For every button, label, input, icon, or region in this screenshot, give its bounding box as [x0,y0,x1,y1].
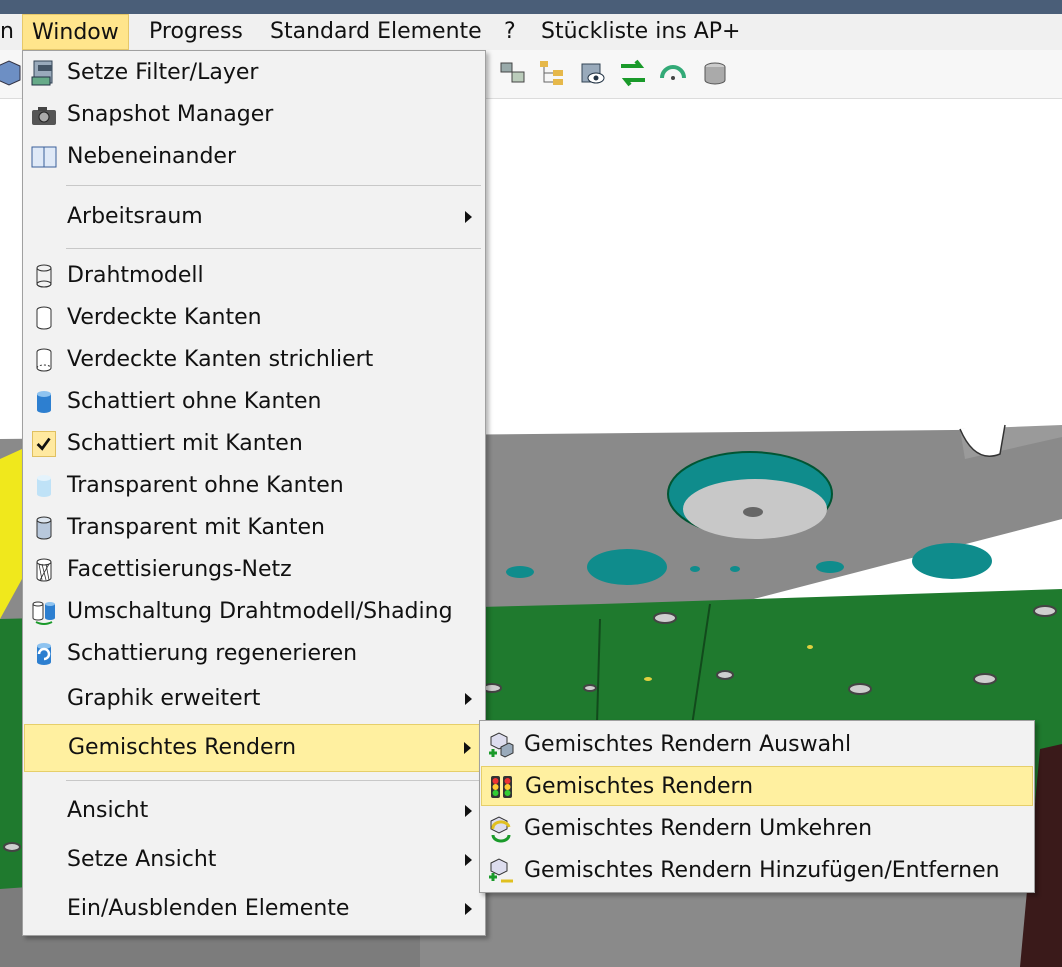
checkmark-icon [32,431,56,457]
submenu-item-auswahl[interactable]: Gemischtes Rendern Auswahl [481,725,1033,765]
window-menu: Setze Filter/Layer Snapshot Manager Nebe… [22,50,486,936]
menu-item-ansicht[interactable]: Ansicht [24,791,484,831]
submenu-arrow-icon [464,742,471,754]
disk-icon[interactable] [700,58,730,88]
menu-item-transparent-ohne-kanten[interactable]: Transparent ohne Kanten [24,466,484,506]
submenu-arrow-icon [465,854,472,866]
menu-item-partial[interactable]: n [0,14,14,50]
wireframe-cylinder-icon [36,264,52,288]
menu-progress[interactable]: Progress [149,14,243,50]
menu-item-transparent-mit-kanten[interactable]: Transparent mit Kanten [24,508,484,548]
submenu-item-hinzufuegen-entfernen[interactable]: Gemischtes Rendern Hinzufügen/Entfernen [481,851,1033,891]
title-bar [0,0,1062,14]
menu-standard-elemente[interactable]: Standard Elemente [270,14,482,50]
hidden-edges-cylinder-icon [36,306,52,330]
gauge-icon[interactable] [658,58,688,88]
tree-structure-icon[interactable] [537,58,567,88]
menu-separator [66,185,481,186]
menu-item-setze-ansicht[interactable]: Setze Ansicht [24,840,484,880]
menu-item-drahtmodell[interactable]: Drahtmodell [24,256,484,296]
cube-icon[interactable] [0,58,24,88]
submenu-arrow-icon [465,805,472,817]
green-arrows-icon[interactable] [618,58,648,88]
shaded-cylinder-icon [37,391,51,413]
menu-item-gemischtes-rendern[interactable]: Gemischtes Rendern [24,724,484,772]
mixed-render-submenu: Gemischtes Rendern Auswahl Gemischtes Re… [479,720,1035,893]
menu-item-schattiert-mit-kanten[interactable]: Schattiert mit Kanten [24,424,484,464]
menu-item-nebeneinander[interactable]: Nebeneinander [24,137,484,177]
traffic-light-icon [491,776,512,798]
transparent-edges-cylinder-icon [36,516,52,540]
menu-window[interactable]: Window [22,14,129,50]
regenerate-shading-icon [37,643,51,665]
menu-separator [66,248,481,249]
menu-item-umschaltung[interactable]: Umschaltung Drahtmodell/Shading [24,592,484,632]
camera-icon [32,107,56,125]
transparent-cylinder-icon [37,475,51,497]
tile-windows-icon [31,146,57,168]
menu-item-ein-ausblenden[interactable]: Ein/Ausblenden Elemente [24,889,484,929]
mesh-cylinder-icon [36,558,52,582]
menu-item-schattiert-ohne-kanten[interactable]: Schattiert ohne Kanten [24,382,484,422]
submenu-arrow-icon [465,693,472,705]
menu-item-arbeitsraum[interactable]: Arbeitsraum [24,197,484,237]
submenu-arrow-icon [465,211,472,223]
menu-item-snapshot-manager[interactable]: Snapshot Manager [24,95,484,135]
submenu-item-gemischtes-rendern[interactable]: Gemischtes Rendern [481,766,1033,806]
menu-item-schattierung-regenerieren[interactable]: Schattierung regenerieren [24,634,484,674]
menu-item-graphik-erweitert[interactable]: Graphik erweitert [24,679,484,719]
view-eye-icon[interactable] [578,58,608,88]
submenu-arrow-icon [465,903,472,915]
menu-item-verdeckte-kanten[interactable]: Verdeckte Kanten [24,298,484,338]
menu-stueckliste[interactable]: Stückliste ins AP+ [541,14,740,50]
menu-item-filter-layer[interactable]: Setze Filter/Layer [24,53,484,93]
toggle-shading-icon [32,601,55,625]
parts-icon[interactable] [498,58,528,88]
mixed-render-invert-icon [490,816,511,843]
menu-bar: n Window Progress Standard Elemente ? St… [0,14,1062,50]
filter-layer-icon [31,60,53,86]
mixed-render-select-icon [489,732,514,758]
menu-item-verdeckte-kanten-strichliert[interactable]: Verdeckte Kanten strichliert [24,340,484,380]
dashed-edges-cylinder-icon [36,348,52,372]
menu-separator [66,780,481,781]
menu-item-facettisierungs-netz[interactable]: Facettisierungs-Netz [24,550,484,590]
submenu-item-umkehren[interactable]: Gemischtes Rendern Umkehren [481,809,1033,849]
menu-help[interactable]: ? [504,14,516,50]
mixed-render-add-remove-icon [489,858,513,883]
